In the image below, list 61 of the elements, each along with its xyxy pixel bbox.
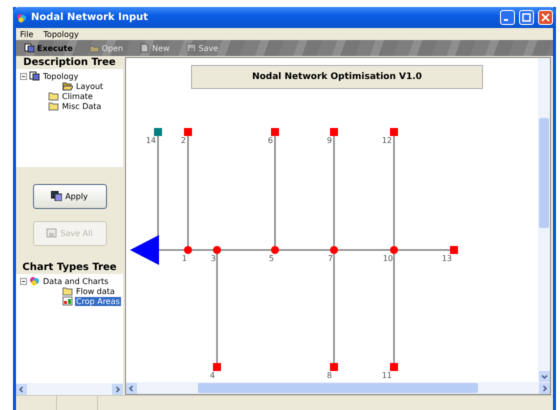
pages-icon [24,43,35,53]
node-label: 3 [210,254,216,263]
scroll-right-icon[interactable] [112,384,123,394]
tree-item[interactable]: Layout [75,82,104,90]
junction-node [184,246,192,254]
collapse-icon[interactable] [20,72,27,80]
window-title: Nodal Network Input [31,12,150,23]
maximize-icon [522,13,531,22]
node-label: 11 [382,371,392,378]
close-icon [541,13,550,22]
junction-node [271,246,279,254]
apply-button[interactable]: Apply [32,184,106,208]
folder-icon [48,101,59,111]
node-label: 5 [268,254,274,263]
junction-node [390,246,398,254]
menu-item[interactable]: Topology [43,30,79,38]
tree-item[interactable]: Data and Charts [42,276,110,286]
app-icon [16,12,27,22]
node-label: 9 [326,136,332,145]
menu-item[interactable]: File [20,30,34,38]
node-label: 13 [442,254,452,263]
panel-title: Chart Types Tree [21,262,118,274]
vertical-scrollbar[interactable] [538,58,550,382]
junction-node [213,246,221,254]
scroll-left-icon[interactable] [126,382,137,394]
maximize-button[interactable] [519,10,534,25]
close-button[interactable] [538,10,553,25]
node-label: 14 [146,136,156,145]
scroll-down-icon[interactable] [538,371,550,382]
folder-icon [62,286,73,296]
source-triangle [130,235,159,265]
tree-item[interactable]: Crop Areas [75,296,121,306]
node-label: 7 [328,254,333,263]
junction-node [330,246,338,254]
chart-icon [62,296,73,306]
page-icon [139,43,150,53]
node-label: 2 [180,136,186,145]
node-label: 4 [210,371,215,378]
node-label: 8 [326,371,332,378]
node-label: 12 [382,136,392,145]
node-label: 6 [268,136,273,145]
scroll-left-icon[interactable] [16,384,27,394]
pages-icon [51,191,62,201]
panel-title: Description Tree [22,57,117,69]
folder-icon [88,43,100,53]
tree-item[interactable]: Misc Data [61,102,102,110]
banner-title: Nodal Network Optimisation V1.0 [191,65,483,89]
tree-item[interactable]: Climate [61,92,94,100]
horizontal-scrollbar[interactable] [16,383,123,395]
collapse-icon[interactable] [20,278,27,284]
horizontal-scrollbar[interactable] [126,382,550,394]
toolbar-button[interactable]: Execute [22,43,75,53]
node-label: 1 [182,254,187,263]
node-label: 10 [382,254,393,263]
minimize-button[interactable] [500,10,515,25]
scroll-right-icon[interactable] [539,382,550,394]
tree-item[interactable]: Flow data [75,286,116,296]
circles-icon [29,276,40,286]
folder-icon [48,91,59,101]
tree-item[interactable]: Topology [42,72,80,80]
open-folder-icon [62,81,73,91]
